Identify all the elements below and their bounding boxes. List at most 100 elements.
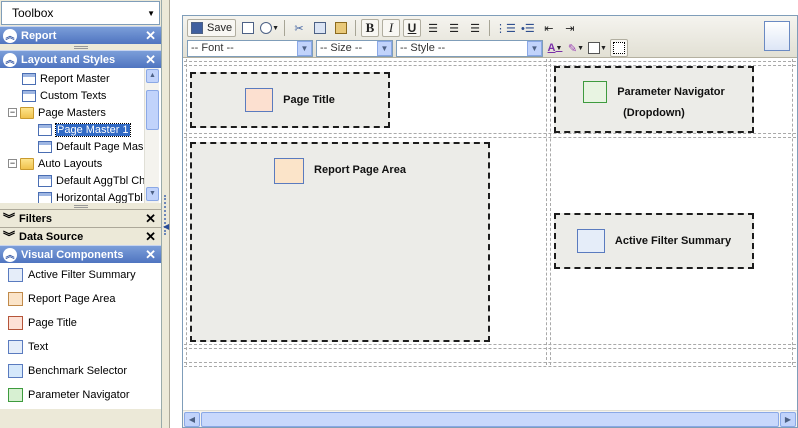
scroll-left-icon[interactable]: ◀ — [184, 412, 200, 427]
copy-button[interactable] — [311, 19, 329, 37]
chevron-down-icon: ▼ — [147, 9, 155, 18]
style-select[interactable]: -- Style -- ▼ — [396, 39, 543, 57]
collapse-icon[interactable]: ︽ — [3, 247, 17, 262]
page-icon — [38, 123, 52, 136]
align-right-button[interactable]: ☰ — [466, 19, 484, 37]
toolbox-dropdown[interactable]: Toolbox ▼ — [1, 1, 160, 25]
tree-item[interactable]: Report Master — [22, 70, 110, 87]
close-icon[interactable]: ✕ — [145, 229, 156, 245]
section-layout-label: Layout and Styles — [21, 53, 116, 66]
component-active-filter-summary[interactable]: Active Filter Summary — [0, 263, 161, 287]
border-button[interactable]: ▼ — [588, 39, 607, 57]
tree-item[interactable]: Default Page Mas — [38, 138, 143, 155]
preview-button[interactable]: ▼ — [260, 19, 279, 37]
layout-tree: Report Master Custom Texts − Page Master… — [0, 68, 161, 203]
chevron-down-icon: ▼ — [577, 44, 585, 52]
highlight-button[interactable]: ✎ ▼ — [567, 39, 585, 57]
collapse-toggle-icon[interactable]: − — [8, 108, 17, 117]
chevron-down-icon: ▼ — [272, 24, 280, 32]
designer-area: Save ▼ ✂ B I U ☰ ☰ ☰ ⋮☰ •☰ ⇤ ⇥ -- Font -… — [171, 0, 798, 428]
component-parameter-navigator[interactable]: Parameter Navigator — [0, 383, 161, 407]
save-icon — [191, 22, 203, 34]
scroll-up-icon[interactable]: ▲ — [146, 69, 159, 83]
page-icon — [38, 191, 52, 203]
chevron-down-icon: ▼ — [297, 40, 312, 56]
collapse-left-icon[interactable]: ◀ — [163, 222, 169, 231]
scroll-thumb[interactable] — [201, 412, 779, 427]
italic-button[interactable]: I — [382, 19, 401, 37]
document-properties-icon[interactable] — [764, 21, 790, 51]
expand-icon[interactable]: ︾ — [3, 229, 15, 244]
outdent-button[interactable]: ⇤ — [540, 19, 558, 37]
page-editor: Save ▼ ✂ B I U ☰ ☰ ☰ ⋮☰ •☰ ⇤ ⇥ -- Font -… — [182, 15, 798, 428]
page-canvas[interactable]: Page Title Parameter Navigator (Dropdown… — [184, 59, 796, 369]
bold-button[interactable]: B — [361, 19, 380, 37]
page-icon — [242, 22, 255, 34]
section-datasource[interactable]: ︾ Data Source ✕ — [0, 227, 161, 245]
numbered-list-button[interactable]: ⋮☰ — [495, 19, 516, 37]
tree-item[interactable]: − Auto Layouts — [8, 155, 102, 172]
page-area-icon — [8, 292, 23, 306]
cut-button[interactable]: ✂ — [290, 19, 308, 37]
close-icon[interactable]: ✕ — [145, 28, 156, 44]
section-datasource-label: Data Source — [19, 230, 84, 243]
horizontal-scrollbar[interactable]: ◀ ▶ — [183, 410, 797, 427]
chevron-down-icon: ▼ — [555, 44, 563, 52]
scroll-thumb[interactable] — [146, 90, 159, 130]
font-color-button[interactable]: A ▼ — [546, 39, 564, 57]
component-report-page-area[interactable]: Report Page Area — [0, 287, 161, 311]
bullet-list-button[interactable]: •☰ — [519, 19, 537, 37]
scroll-down-icon[interactable]: ▼ — [146, 187, 159, 201]
expand-icon[interactable]: ︾ — [3, 211, 15, 226]
close-icon[interactable]: ✕ — [145, 211, 156, 227]
tree-item[interactable]: Default AggTbl Ch — [38, 172, 145, 189]
page-title-icon — [245, 88, 274, 112]
grid-icon — [612, 42, 625, 54]
page-icon — [38, 140, 52, 153]
page-title-icon — [8, 316, 23, 330]
size-select[interactable]: -- Size -- ▼ — [316, 39, 393, 57]
paste-button[interactable] — [332, 19, 350, 37]
folder-icon — [20, 106, 34, 119]
align-left-button[interactable]: ☰ — [424, 19, 442, 37]
indent-button[interactable]: ⇥ — [561, 19, 579, 37]
close-icon[interactable]: ✕ — [145, 247, 156, 263]
close-icon[interactable]: ✕ — [145, 52, 156, 68]
section-filters[interactable]: ︾ Filters ✕ — [0, 209, 161, 227]
tree-item-selected[interactable]: Page Master 1 — [38, 121, 131, 138]
report-page-area-component[interactable]: Report Page Area — [190, 142, 490, 342]
align-center-button[interactable]: ☰ — [445, 19, 463, 37]
tree-item[interactable]: Horizontal AggTbl — [38, 189, 143, 203]
page-title-component[interactable]: Page Title — [190, 72, 390, 128]
section-layout[interactable]: ︽ Layout and Styles ✕ — [0, 50, 161, 68]
component-page-title[interactable]: Page Title — [0, 311, 161, 335]
panel-splitter[interactable]: ◀ — [162, 0, 170, 428]
tree-scrollbar[interactable]: ▲ ▼ — [144, 68, 159, 203]
collapse-toggle-icon[interactable]: − — [8, 159, 17, 168]
scroll-right-icon[interactable]: ▶ — [780, 412, 796, 427]
format-toolbar: Save ▼ ✂ B I U ☰ ☰ ☰ ⋮☰ •☰ ⇤ ⇥ -- Font -… — [183, 16, 797, 58]
new-page-button[interactable] — [239, 19, 257, 37]
filter-summary-icon — [8, 268, 23, 282]
tree-item[interactable]: Custom Texts — [22, 87, 106, 104]
section-visual-components[interactable]: ︽ Visual Components ✕ — [0, 245, 161, 263]
filter-summary-icon — [576, 229, 605, 253]
tree-item[interactable]: − Page Masters — [8, 104, 106, 121]
font-select[interactable]: -- Font -- ▼ — [187, 39, 313, 57]
component-benchmark-selector[interactable]: Benchmark Selector — [0, 359, 161, 383]
component-text[interactable]: Text — [0, 335, 161, 359]
benchmark-icon — [8, 364, 23, 378]
copy-icon — [314, 22, 327, 34]
collapse-icon[interactable]: ︽ — [3, 28, 17, 43]
save-button[interactable]: Save — [187, 19, 237, 37]
page-icon — [22, 89, 36, 102]
active-filter-summary-component[interactable]: Active Filter Summary — [554, 213, 754, 269]
grid-toggle-button[interactable] — [609, 39, 628, 57]
collapse-icon[interactable]: ︽ — [3, 52, 17, 67]
underline-button[interactable]: U — [403, 19, 422, 37]
parameter-navigator-component[interactable]: Parameter Navigator (Dropdown) — [554, 66, 754, 133]
visual-components-list: Active Filter Summary Report Page Area P… — [0, 263, 161, 409]
section-filters-label: Filters — [19, 212, 53, 225]
section-report[interactable]: ︽ Report ✕ — [0, 26, 161, 44]
parameter-navigator-icon — [583, 80, 608, 103]
